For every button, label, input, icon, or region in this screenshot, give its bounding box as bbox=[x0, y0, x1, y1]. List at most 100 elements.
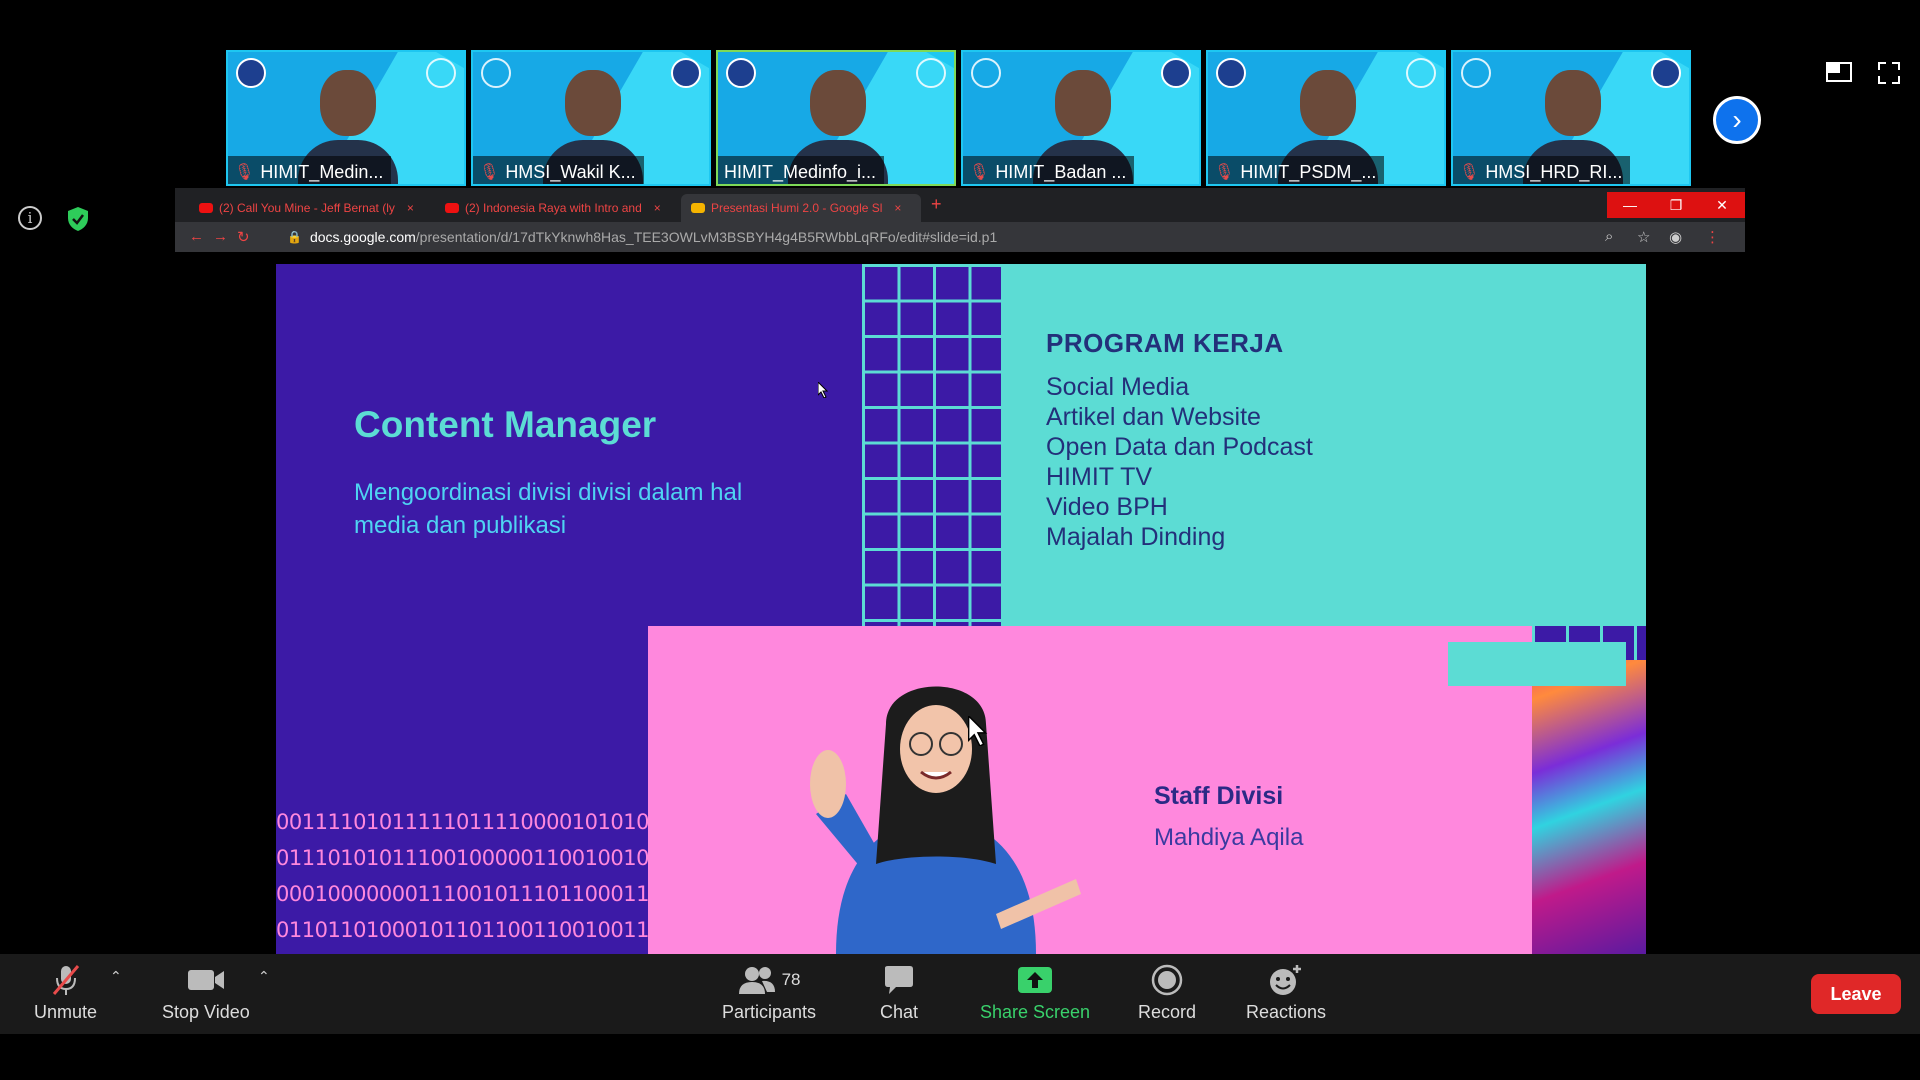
browser-address-bar: ← → ↻ 🔒 docs.google.com/presentation/d/1… bbox=[175, 222, 1745, 252]
reactions-icon bbox=[1270, 965, 1302, 995]
microphone-muted-icon: 🎙︎ bbox=[234, 164, 255, 181]
stop-video-button[interactable]: Stop Video bbox=[162, 962, 250, 1023]
share-screen-icon bbox=[1018, 967, 1053, 993]
youtube-icon bbox=[445, 203, 459, 213]
unmute-button[interactable]: Unmute bbox=[34, 962, 97, 1023]
participant-tile[interactable]: 🎙︎ HMSI_HRD_RI... bbox=[1451, 50, 1691, 186]
participant-tile[interactable]: HIMIT_Medinfo_i... bbox=[716, 50, 956, 186]
zoom-meeting-window: 🎙︎ HIMIT_Medin... 🎙︎ HMSI_Wakil K... HIMIT_M… bbox=[0, 0, 1920, 1080]
chat-button[interactable]: Chat bbox=[880, 962, 918, 1023]
meeting-toolbar bbox=[0, 954, 1920, 1034]
participant-name: HIMIT_Medinfo_i... bbox=[724, 161, 877, 182]
unmute-label: Unmute bbox=[34, 1002, 98, 1022]
url-path: /presentation/d/17dTkYknwh8Has_TEE3OWLvM… bbox=[415, 229, 998, 245]
mouse-cursor-icon bbox=[968, 716, 988, 746]
restore-icon[interactable]: ❐ bbox=[1653, 192, 1699, 218]
microphone-muted-icon: 🎙︎ bbox=[969, 164, 990, 181]
meeting-info-icon[interactable]: i bbox=[18, 206, 42, 230]
participants-icon bbox=[738, 967, 775, 994]
zoom-icon[interactable]: ⌕ bbox=[1605, 228, 1613, 245]
program-list: Social Media Artikel dan Website Open Da… bbox=[1046, 372, 1313, 552]
program-kerja-title: PROGRAM KERJA bbox=[1046, 328, 1284, 358]
organization-logo-icon bbox=[1461, 58, 1491, 88]
record-label: Record bbox=[1138, 1002, 1197, 1022]
url-host: docs.google.com bbox=[309, 229, 416, 245]
new-tab-icon[interactable]: + bbox=[931, 194, 942, 215]
participant-name: HIMIT_PSDM_... bbox=[1240, 161, 1377, 182]
slide-description: Mengoordinasi divisi divisi dalam hal me… bbox=[354, 479, 743, 539]
browser-tab-active[interactable]: Presentasi Humi 2.0 - Google Sl × bbox=[681, 194, 921, 222]
browser-tab[interactable]: (2) Call You Mine - Jeff Bernat (ly × bbox=[189, 194, 429, 222]
grid-decoration bbox=[862, 264, 1004, 626]
video-options-chevron-icon[interactable]: ⌃ bbox=[258, 968, 270, 985]
program-item: Open Data dan Podcast bbox=[1046, 433, 1313, 461]
chevron-right-icon: › bbox=[1732, 104, 1742, 135]
back-icon[interactable]: ← bbox=[189, 228, 204, 245]
close-icon[interactable]: × bbox=[407, 201, 414, 215]
menu-icon[interactable]: ⋮ bbox=[1705, 228, 1720, 246]
browser-tab[interactable]: (2) Indonesia Raya with Intro and × bbox=[435, 194, 675, 222]
participant-name-label: HIMIT_Medinfo_i... bbox=[718, 156, 885, 184]
reload-icon[interactable]: ↻ bbox=[237, 228, 250, 246]
organization-logo-icon bbox=[971, 58, 1001, 88]
participant-tile[interactable]: 🎙︎ HIMIT_Badan ... bbox=[961, 50, 1201, 186]
teal-box bbox=[1448, 642, 1626, 686]
participant-name-label: 🎙︎ HIMIT_PSDM_... bbox=[1208, 156, 1385, 184]
participants-button[interactable]: 78 Participants bbox=[722, 962, 816, 1023]
staff-title: Staff Divisi bbox=[1154, 782, 1284, 810]
binary-line: 00010000000111001011101100011101010 bbox=[276, 882, 648, 906]
organization-logo-icon bbox=[1406, 58, 1436, 88]
organization-logo-icon bbox=[426, 58, 456, 88]
organization-logo-icon bbox=[671, 58, 701, 88]
profile-icon[interactable]: ◉ bbox=[1669, 228, 1682, 246]
leave-button[interactable]: Leave bbox=[1811, 974, 1901, 1014]
participant-tile[interactable]: 🎙︎ HIMIT_PSDM_... bbox=[1206, 50, 1446, 186]
encryption-shield-icon[interactable] bbox=[66, 206, 90, 232]
youtube-icon bbox=[199, 203, 213, 213]
audio-options-chevron-icon[interactable]: ⌃ bbox=[110, 968, 122, 985]
binary-decoration: 00111101011111011110000101010010111101 0… bbox=[276, 804, 648, 954]
minimize-icon[interactable]: — bbox=[1607, 192, 1653, 218]
shared-screen: (2) Call You Mine - Jeff Bernat (ly × (2… bbox=[175, 188, 1745, 954]
participant-tile[interactable]: 🎙︎ HIMIT_Medin... bbox=[226, 50, 466, 186]
participant-name-label: 🎙︎ HMSI_HRD_RI... bbox=[1453, 156, 1631, 184]
share-screen-label: Share Screen bbox=[980, 1002, 1091, 1022]
slide-title: Content Manager bbox=[354, 404, 657, 445]
window-close-icon[interactable]: ✕ bbox=[1699, 192, 1745, 218]
microphone-muted-icon bbox=[52, 965, 79, 995]
participant-name: HIMIT_Medin... bbox=[260, 161, 384, 182]
staff-name: Mahdiya Aqila bbox=[1154, 824, 1304, 851]
reactions-button[interactable]: Reactions bbox=[1246, 962, 1326, 1023]
organization-logo-icon bbox=[236, 58, 266, 88]
record-icon bbox=[1151, 964, 1183, 996]
participant-strip: 🎙︎ HIMIT_Medin... 🎙︎ HMSI_Wakil K... HIMIT_M… bbox=[226, 50, 1691, 186]
slides-icon bbox=[691, 203, 705, 213]
microphone-muted-icon: 🎙︎ bbox=[479, 164, 500, 181]
next-page-button[interactable]: › bbox=[1713, 96, 1761, 144]
staff-photo bbox=[810, 686, 1081, 954]
microphone-muted-icon: 🎙︎ bbox=[1459, 164, 1480, 181]
close-icon[interactable]: × bbox=[654, 201, 661, 215]
participant-name-label: 🎙︎ HIMIT_Medin... bbox=[228, 156, 392, 184]
participant-name: HIMIT_Badan ... bbox=[995, 161, 1127, 182]
presentation-slide: 00111101011111011110000101010010111101 0… bbox=[276, 264, 1646, 954]
tab-title: (2) Call You Mine - Jeff Bernat (ly bbox=[219, 201, 395, 215]
chat-icon bbox=[885, 966, 914, 994]
program-item: Majalah Dinding bbox=[1046, 523, 1226, 551]
view-mode-icon[interactable] bbox=[1826, 62, 1852, 82]
chat-label: Chat bbox=[880, 1002, 919, 1022]
participant-tile[interactable]: 🎙︎ HMSI_Wakil K... bbox=[471, 50, 711, 186]
fullscreen-icon[interactable] bbox=[1878, 62, 1900, 84]
share-screen-button[interactable]: Share Screen bbox=[980, 962, 1090, 1023]
video-camera-icon bbox=[187, 970, 224, 990]
star-icon[interactable]: ☆ bbox=[1637, 228, 1650, 246]
program-item: Social Media bbox=[1046, 373, 1190, 401]
participants-label: Participants bbox=[722, 1002, 817, 1022]
close-icon[interactable]: × bbox=[894, 201, 901, 215]
url-field[interactable]: 🔒 docs.google.com/presentation/d/17dTkYk… bbox=[287, 226, 1447, 248]
organization-logo-icon bbox=[1161, 58, 1191, 88]
record-button[interactable]: Record bbox=[1138, 962, 1196, 1023]
forward-icon[interactable]: → bbox=[213, 228, 228, 245]
participant-name-label: 🎙︎ HIMIT_Badan ... bbox=[963, 156, 1135, 184]
program-item: Artikel dan Website bbox=[1046, 403, 1261, 431]
